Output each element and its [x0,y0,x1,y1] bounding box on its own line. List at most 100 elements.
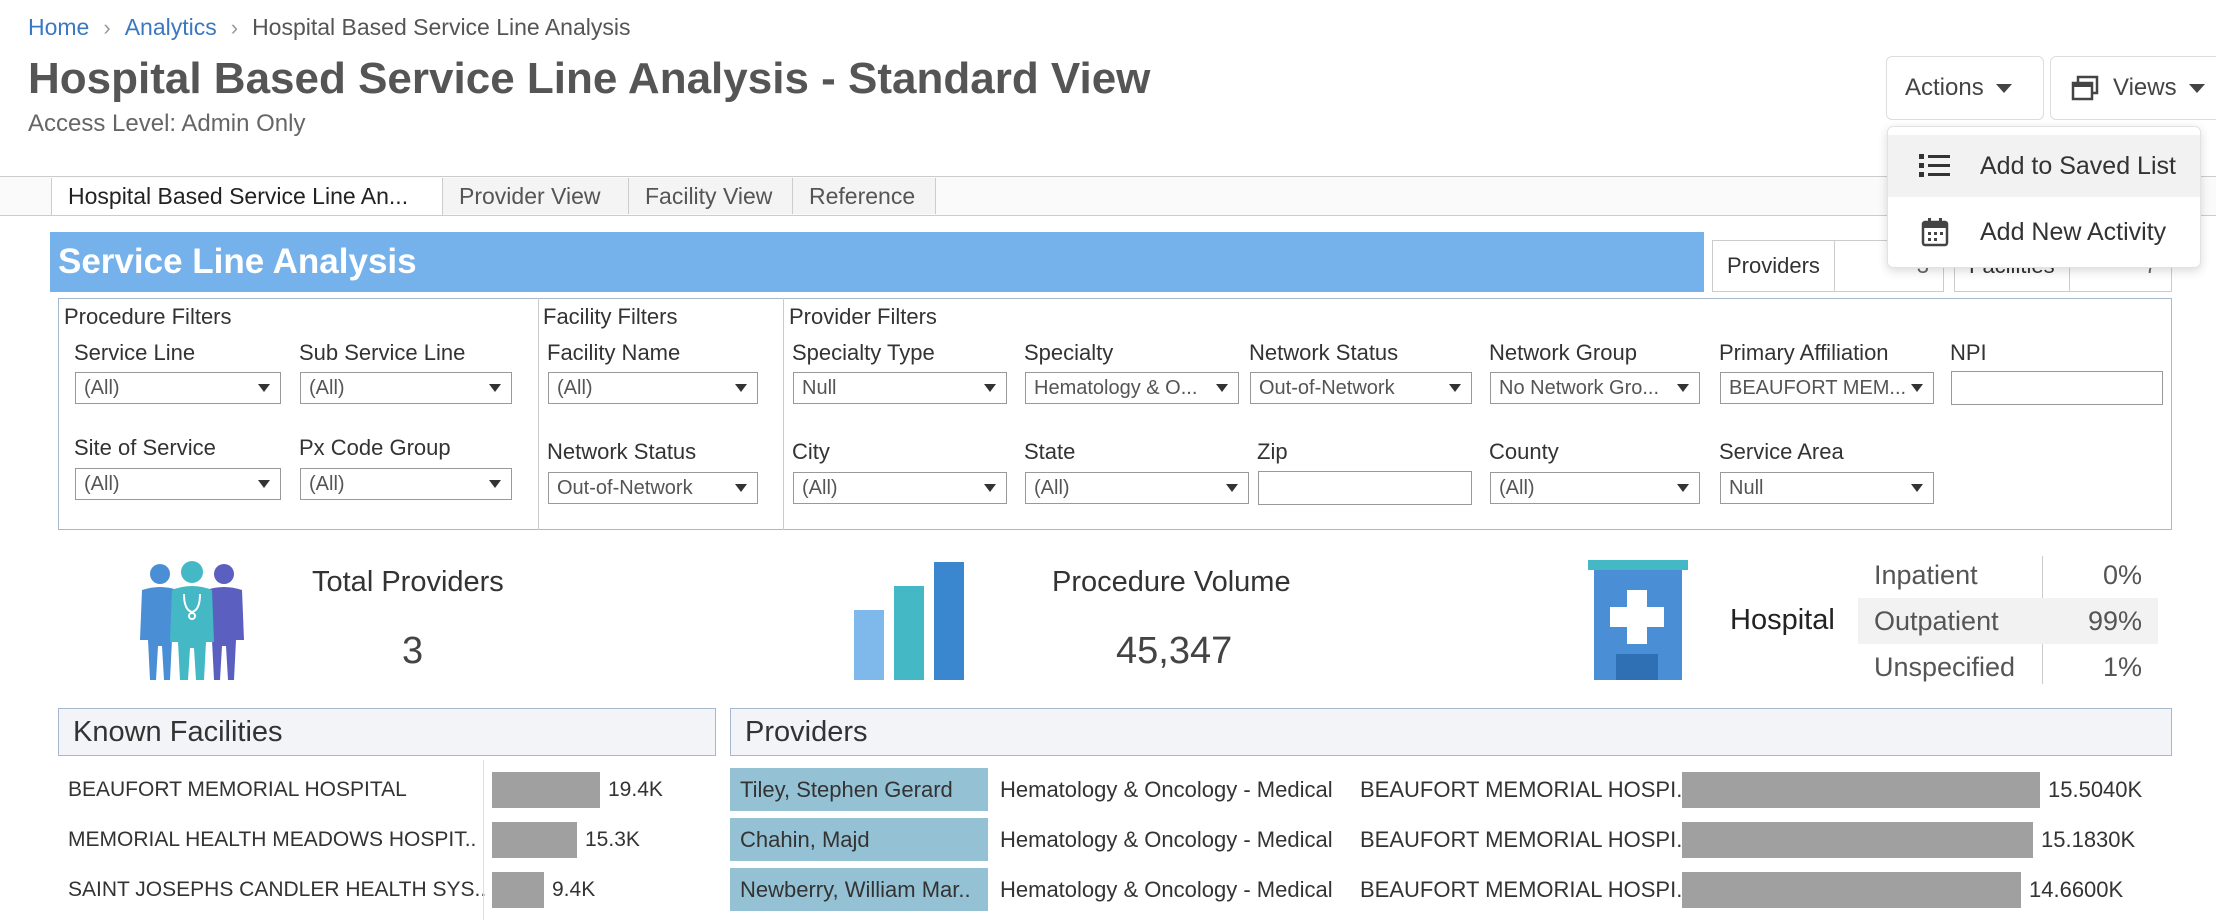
facility-filters-heading: Facility Filters [543,304,678,329]
caret-down-icon [2188,83,2205,93]
facility-name: BEAUFORT MEMORIAL HOSPITAL [68,778,407,801]
breadcrumb-current: Hospital Based Service Line Analysis [252,14,631,40]
service-line-select[interactable]: (All) [75,372,281,404]
actions-menu: Add to Saved List Add New Activity [1887,126,2201,268]
actions-button-label: Actions [1905,74,1984,101]
split-value: 0% [2102,559,2142,590]
tab-provider-view[interactable]: Provider View [443,178,629,214]
provider-name[interactable]: Tiley, Stephen Gerard [730,768,988,812]
dropdown-arrow-icon [1216,384,1228,392]
dropdown-arrow-icon [735,484,747,492]
provider-specialty: Hematology & Oncology - Medical [1000,877,1333,902]
facility-volume-bar [492,872,544,908]
page-title: Hospital Based Service Line Analysis - S… [28,54,1151,103]
specialty-select[interactable]: Hematology & O... [1025,372,1239,404]
specialty-type-select[interactable]: Null [793,372,1007,404]
select-value: (All) [802,476,838,499]
select-value: No Network Gro... [1499,376,1660,399]
hospital-split-row: Inpatient 0% [1858,552,2158,598]
split-value: 99% [2087,605,2142,636]
facility-name-label: Facility Name [547,340,681,365]
select-value: BEAUFORT MEM... [1729,376,1905,399]
specialty-type-label: Specialty Type [792,340,935,365]
caret-down-icon [1995,83,2012,93]
service-area-select[interactable]: Null [1720,472,1934,504]
select-value: (All) [557,376,593,399]
select-value: (All) [309,376,345,399]
sub-service-line-select[interactable]: (All) [300,372,512,404]
select-value: (All) [309,472,345,495]
facility-row[interactable]: BEAUFORT MEMORIAL HOSPITAL 19.4K [58,768,663,812]
tab-hospital-based-service-line[interactable]: Hospital Based Service Line An... [51,178,443,215]
split-name: Outpatient [1874,605,1999,636]
px-code-group-select[interactable]: (All) [300,468,512,500]
dropdown-arrow-icon [258,480,270,488]
menu-item-add-to-saved-list[interactable]: Add to Saved List [1888,135,2200,197]
hospital-split-row: Unspecified 1% [1858,644,2158,690]
provider-name[interactable]: Newberry, William Mar.. [730,868,988,912]
tab-reference[interactable]: Reference [793,178,936,214]
views-button[interactable]: Views [2050,56,2216,120]
facility-network-status-select[interactable]: Out-of-Network [548,472,758,504]
primary-affiliation-select[interactable]: BEAUFORT MEM... [1720,372,1934,404]
dropdown-arrow-icon [1677,484,1689,492]
dropdown-arrow-icon [984,484,996,492]
zip-input[interactable] [1258,471,1472,505]
service-line-label: Service Line [74,340,196,365]
provider-row[interactable]: Chahin, Majd Hematology & Oncology - Med… [730,818,2172,862]
zip-label: Zip [1257,439,1288,464]
state-select[interactable]: (All) [1025,472,1249,504]
select-value: (All) [1499,476,1535,499]
bar-chart-icon [854,560,966,685]
select-value: Null [802,376,837,399]
dropdown-arrow-icon [1226,484,1238,492]
provider-facility: BEAUFORT MEMORIAL HOSPI.. [1360,877,1689,902]
facility-row[interactable]: MEMORIAL HEALTH MEADOWS HOSPIT.. 15.3K [58,818,640,862]
network-group-select[interactable]: No Network Gro... [1490,372,1700,404]
actions-button[interactable]: Actions [1886,56,2044,120]
network-group-label: Network Group [1489,340,1637,365]
providers-count-label: Providers [1713,241,1835,291]
total-providers-value: 3 [402,630,424,672]
access-level-text: Access Level: Admin Only [28,110,306,137]
dropdown-arrow-icon [1449,384,1461,392]
breadcrumb-home-link[interactable]: Home [28,14,89,41]
split-name: Unspecified [1874,651,2016,682]
facility-volume-bar [492,772,600,808]
menu-item-label: Add New Activity [1980,217,2167,246]
provider-volume-label: 15.1830K [2041,827,2136,852]
window-stack-icon [2071,75,2099,101]
city-select[interactable]: (All) [793,472,1007,504]
px-code-group-label: Px Code Group [299,435,451,460]
county-select[interactable]: (All) [1490,472,1700,504]
select-value: (All) [1034,476,1070,499]
select-value: (All) [84,376,120,399]
select-value: (All) [84,472,120,495]
tab-facility-view[interactable]: Facility View [629,178,793,214]
select-value: Out-of-Network [1259,376,1395,399]
state-label: State [1024,439,1076,464]
dropdown-arrow-icon [735,384,747,392]
provider-network-status-select[interactable]: Out-of-Network [1250,372,1472,404]
provider-row[interactable]: Newberry, William Mar.. Hematology & Onc… [730,868,2172,912]
specialty-label: Specialty [1024,340,1114,365]
procedure-volume-value: 45,347 [1116,630,1233,672]
breadcrumb-analytics-link[interactable]: Analytics [125,14,217,41]
site-of-service-select[interactable]: (All) [75,468,281,500]
providers-panel-header: Providers [730,708,2172,756]
split-value: 1% [2102,651,2142,682]
provider-volume-bar [1682,772,2040,808]
npi-input[interactable] [1951,371,2163,405]
calendar-icon [1918,217,1952,247]
dropdown-arrow-icon [1677,384,1689,392]
provider-name[interactable]: Chahin, Majd [730,818,988,862]
dropdown-arrow-icon [258,384,270,392]
facility-volume-label: 15.3K [585,828,640,851]
facility-name-select[interactable]: (All) [548,372,758,404]
menu-item-add-new-activity[interactable]: Add New Activity [1888,201,2200,263]
provider-row[interactable]: Tiley, Stephen Gerard Hematology & Oncol… [730,768,2172,812]
views-button-label: Views [2113,74,2177,101]
section-banner: Service Line Analysis [50,232,1704,292]
facility-row[interactable]: SAINT JOSEPHS CANDLER HEALTH SYS.. 9.4K [58,868,595,912]
hospital-building-icon [1588,560,1688,685]
